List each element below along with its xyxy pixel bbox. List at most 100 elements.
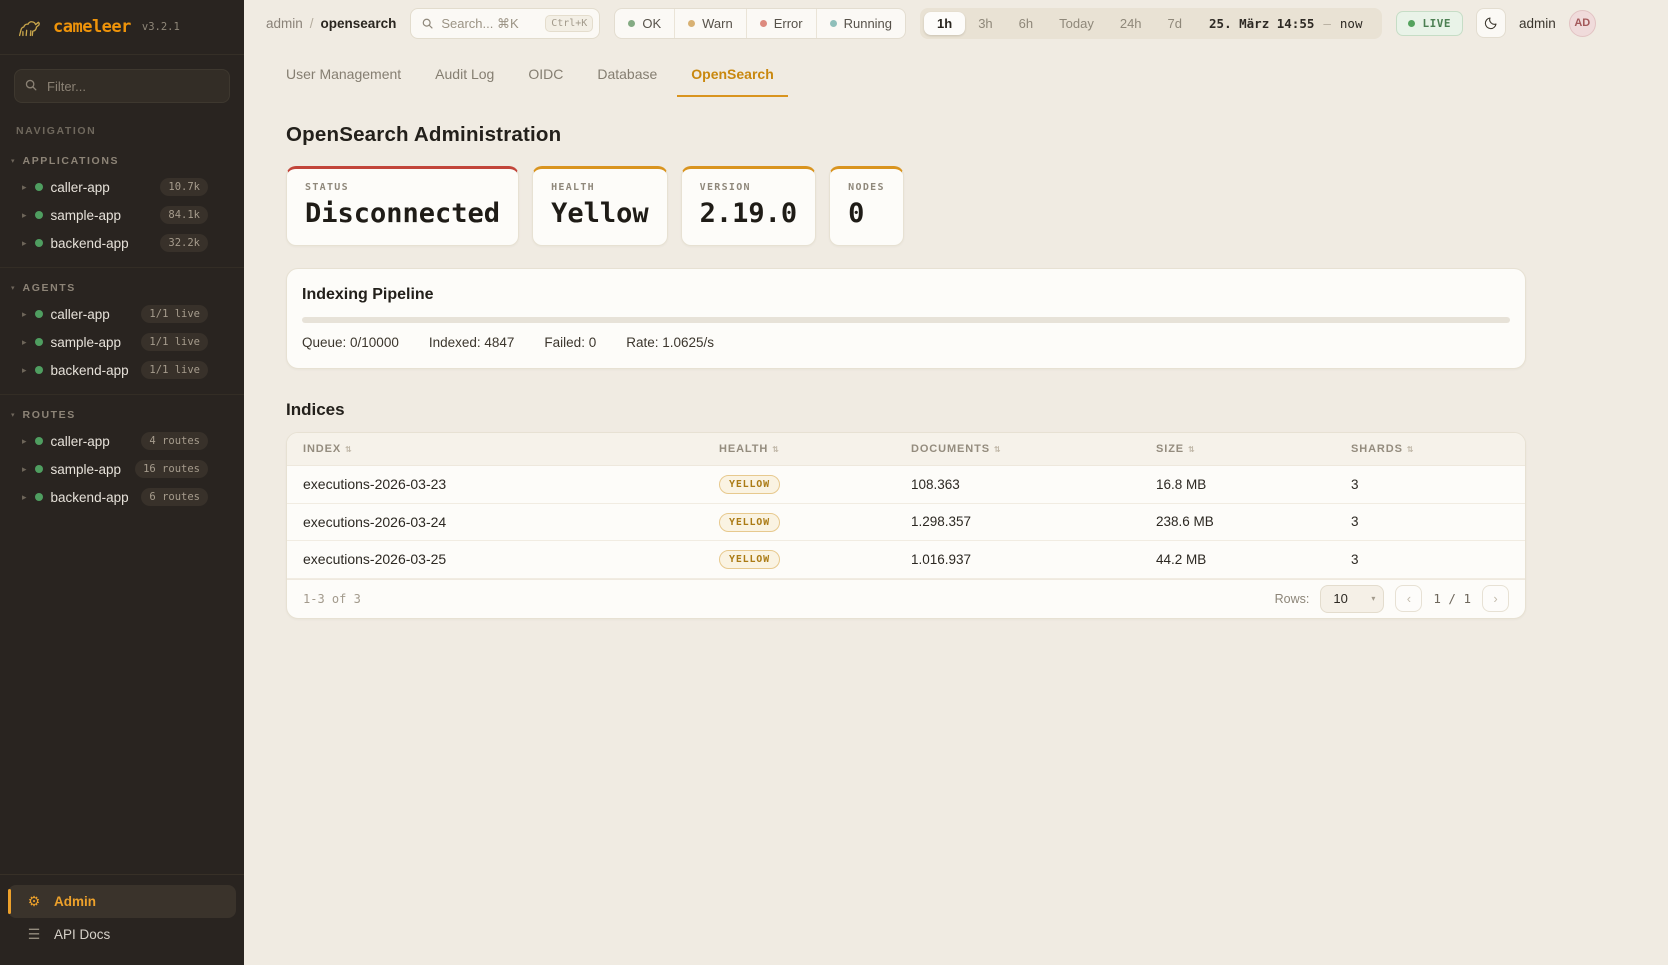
tab-audit-log[interactable]: Audit Log (421, 58, 508, 97)
rows-per-page-label: Rows: (1275, 592, 1310, 606)
chevron-right-icon: ▸ (22, 211, 27, 220)
column-header-shards[interactable]: SHARDS⇅ (1351, 443, 1509, 455)
menu-icon: ☰ (26, 926, 42, 943)
search-input[interactable] (441, 16, 538, 31)
sidebar-item-sample-app-agent[interactable]: ▸ sample-app 1/1 live (0, 328, 244, 356)
tab-oidc[interactable]: OIDC (514, 58, 577, 97)
error-dot-icon (760, 20, 767, 27)
tab-user-management[interactable]: User Management (272, 58, 415, 97)
cell-shards: 3 (1351, 477, 1509, 492)
filter-running[interactable]: Running (816, 9, 905, 38)
sidebar-item-caller-app-agent[interactable]: ▸ caller-app 1/1 live (0, 300, 244, 328)
sidebar-item-sample-app[interactable]: ▸ sample-app 84.1k (0, 201, 244, 229)
breadcrumb-admin[interactable]: admin (266, 16, 303, 31)
column-header-health[interactable]: HEALTH⇅ (719, 443, 911, 455)
sort-icon: ⇅ (345, 445, 353, 454)
sidebar-footer: ⚙ Admin ☰ API Docs (0, 874, 244, 965)
filter-error[interactable]: Error (746, 9, 816, 38)
avatar[interactable]: AD (1569, 10, 1596, 37)
collapse-caret-icon: ▾ (11, 285, 15, 292)
section-header-agents[interactable]: ▾ AGENTS (0, 276, 244, 300)
page-title: OpenSearch Administration (286, 123, 1526, 147)
app-root: cameleer v3.2.1 NAVIGATION ▾ APPLICATION… (0, 0, 1668, 965)
stat-card-nodes: NODES 0 (829, 166, 904, 246)
tab-database[interactable]: Database (583, 58, 671, 97)
table-row[interactable]: executions-2026-03-23 YELLOW 108.363 16.… (287, 466, 1525, 504)
pipeline-stats: Queue: 0/10000 Indexed: 4847 Failed: 0 R… (302, 335, 1510, 350)
count-badge: 10.7k (160, 178, 208, 196)
cell-index: executions-2026-03-25 (303, 551, 719, 567)
sidebar-item-caller-app[interactable]: ▸ caller-app 10.7k (0, 173, 244, 201)
count-badge: 84.1k (160, 206, 208, 224)
breadcrumb: admin / opensearch (266, 16, 396, 31)
range-1h[interactable]: 1h (924, 12, 965, 35)
sidebar-item-backend-app-routes[interactable]: ▸ backend-app 6 routes (0, 483, 244, 511)
filter-warn[interactable]: Warn (674, 9, 746, 38)
previous-page-button[interactable]: ‹ (1395, 585, 1422, 612)
column-header-index[interactable]: INDEX⇅ (303, 443, 719, 455)
column-header-documents[interactable]: DOCUMENTS⇅ (911, 443, 1156, 455)
app-logo[interactable]: cameleer v3.2.1 (0, 0, 244, 55)
page-content: OpenSearch Administration STATUS Disconn… (286, 97, 1526, 619)
sidebar-item-api-docs[interactable]: ☰ API Docs (8, 918, 236, 951)
chevron-right-icon: › (1493, 591, 1497, 606)
pipeline-indexed: Indexed: 4847 (429, 335, 515, 350)
status-dot-icon (35, 338, 43, 346)
sidebar-filter-input[interactable] (14, 69, 230, 103)
table-row[interactable]: executions-2026-03-24 YELLOW 1.298.357 2… (287, 504, 1525, 542)
user-name: admin (1519, 16, 1556, 31)
sidebar: cameleer v3.2.1 NAVIGATION ▾ APPLICATION… (0, 0, 244, 965)
range-7d[interactable]: 7d (1155, 12, 1195, 35)
live-toggle[interactable]: LIVE (1396, 11, 1463, 36)
stat-label: STATUS (305, 182, 500, 193)
section-header-routes[interactable]: ▾ ROUTES (0, 403, 244, 427)
running-dot-icon (830, 20, 837, 27)
status-filter-group: OK Warn Error Running (614, 8, 906, 39)
range-24h[interactable]: 24h (1107, 12, 1155, 35)
tab-opensearch[interactable]: OpenSearch (677, 58, 787, 97)
sidebar-item-admin[interactable]: ⚙ Admin (8, 885, 236, 918)
chevron-right-icon: ▸ (22, 465, 27, 474)
global-search[interactable]: Ctrl+K (410, 8, 600, 39)
dark-mode-toggle[interactable] (1476, 8, 1506, 38)
gear-icon: ⚙ (26, 893, 42, 910)
sort-icon: ⇅ (994, 445, 1002, 454)
section-header-applications[interactable]: ▾ APPLICATIONS (0, 149, 244, 173)
chevron-right-icon: ▸ (22, 493, 27, 502)
range-6h[interactable]: 6h (1006, 12, 1046, 35)
cell-index: executions-2026-03-24 (303, 514, 719, 530)
date-dash: – (1323, 16, 1331, 31)
range-today[interactable]: Today (1046, 12, 1107, 35)
date-range-display[interactable]: 25. März 14:55 – now (1195, 16, 1378, 31)
sort-icon: ⇅ (1407, 445, 1415, 454)
sidebar-item-backend-app-agent[interactable]: ▸ backend-app 1/1 live (0, 356, 244, 384)
status-dot-icon (35, 183, 43, 191)
rows-per-page-select[interactable]: 10 ▾ (1320, 585, 1384, 613)
nav-section-applications: ▾ APPLICATIONS ▸ caller-app 10.7k ▸ samp… (0, 141, 244, 268)
stat-label: NODES (848, 182, 885, 193)
live-badge: 1/1 live (141, 333, 208, 351)
health-badge: YELLOW (719, 513, 780, 532)
chevron-right-icon: ▸ (22, 366, 27, 375)
live-badge: 1/1 live (141, 305, 208, 323)
sidebar-item-backend-app[interactable]: ▸ backend-app 32.2k (0, 229, 244, 257)
stat-value: Disconnected (305, 198, 500, 229)
section-title: ROUTES (23, 409, 76, 421)
warn-dot-icon (688, 20, 695, 27)
cell-shards: 3 (1351, 514, 1509, 529)
table-row[interactable]: executions-2026-03-25 YELLOW 1.016.937 4… (287, 541, 1525, 579)
filter-ok[interactable]: OK (615, 9, 674, 38)
sidebar-item-sample-app-routes[interactable]: ▸ sample-app 16 routes (0, 455, 244, 483)
pipeline-rate: Rate: 1.0625/s (626, 335, 714, 350)
ok-dot-icon (628, 20, 635, 27)
status-dot-icon (35, 211, 43, 219)
sidebar-item-caller-app-routes[interactable]: ▸ caller-app 4 routes (0, 427, 244, 455)
range-3h[interactable]: 3h (965, 12, 1005, 35)
status-dot-icon (35, 239, 43, 247)
search-icon (421, 17, 434, 30)
health-badge: YELLOW (719, 475, 780, 494)
breadcrumb-opensearch[interactable]: opensearch (321, 16, 397, 31)
time-range-group: 1h 3h 6h Today 24h 7d 25. März 14:55 – n… (920, 8, 1382, 39)
next-page-button[interactable]: › (1482, 585, 1509, 612)
column-header-size[interactable]: SIZE⇅ (1156, 443, 1351, 455)
